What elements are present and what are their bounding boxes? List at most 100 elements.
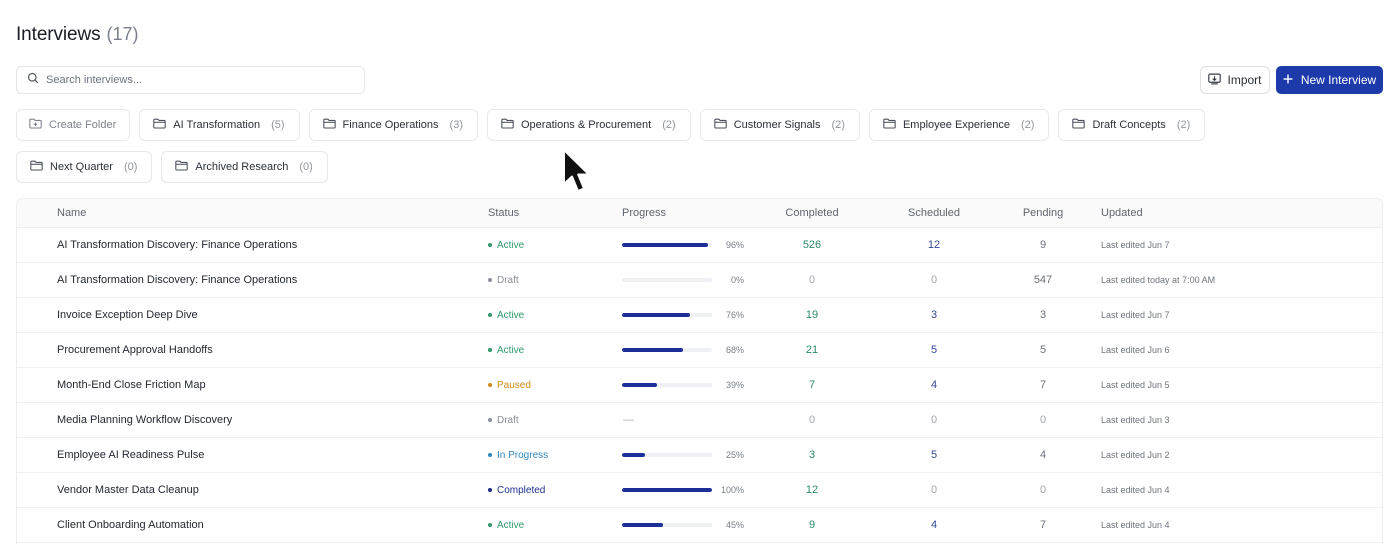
table-row[interactable]: Invoice Exception Deep Dive Active 76% 19 3 3…: [17, 298, 1382, 333]
header-pending[interactable]: Pending: [1018, 199, 1068, 227]
progress-bar: [622, 488, 712, 492]
folder-icon: [322, 118, 336, 132]
status-badge: Paused: [488, 380, 531, 391]
table-row[interactable]: Month-End Close Friction Map Paused 39% 7 4 7…: [17, 368, 1382, 403]
status-label: Active: [497, 344, 525, 356]
import-button[interactable]: Import: [1200, 66, 1270, 94]
folder-icon: [501, 118, 514, 132]
header-completed[interactable]: Completed: [785, 199, 838, 227]
status-dot-icon: [488, 523, 492, 527]
table-row[interactable]: Client Onboarding Automation Active 45% 9 4 7…: [17, 508, 1382, 543]
table-row[interactable]: Media Planning Workflow Discovery Draft — 0…: [17, 403, 1382, 438]
folder-chip[interactable]: AI Transformation (5): [139, 109, 300, 141]
status-badge: Active: [488, 240, 524, 251]
completed-count: 21: [805, 344, 819, 356]
status-badge: In Progress: [488, 450, 548, 461]
status-dot-icon: [488, 348, 492, 352]
completed-count: 0: [808, 274, 816, 286]
table-header: Name Status Progress Completed Scheduled…: [17, 199, 1382, 228]
pending-count: 0: [1039, 484, 1047, 496]
folder-chip[interactable]: Employee Experience (2): [868, 109, 1050, 141]
header-progress[interactable]: Progress: [622, 199, 666, 227]
header-updated[interactable]: Updated: [1101, 199, 1143, 227]
interview-name[interactable]: Month-End Close Friction Map: [57, 379, 206, 391]
progress-bar-fill: [622, 523, 663, 527]
interview-name[interactable]: Procurement Approval Handoffs: [57, 344, 213, 356]
completed-count: 0: [808, 414, 816, 426]
progress-cell: 100%: [622, 473, 744, 507]
progress-percent: 25%: [725, 450, 744, 460]
search-input[interactable]: [46, 74, 346, 86]
folder-chip[interactable]: Draft Concepts (2): [1058, 109, 1206, 141]
progress-bar-fill: [622, 488, 712, 492]
updated-timestamp: Last edited Jun 3: [1101, 415, 1170, 425]
scheduled-count: 12: [927, 239, 941, 251]
table-row[interactable]: Employee AI Readiness Pulse In Progress 25…: [17, 438, 1382, 473]
table-row[interactable]: AI Transformation Discovery: Finance Ope…: [17, 228, 1382, 263]
interview-name[interactable]: Media Planning Workflow Discovery: [57, 414, 232, 426]
status-label: Paused: [497, 379, 531, 391]
pending-count: 4: [1039, 449, 1047, 461]
completed-count: 526: [802, 239, 822, 251]
folder-label: Operations & Procurement: [521, 119, 652, 131]
status-dot-icon: [488, 383, 492, 387]
status-label: Completed: [497, 484, 546, 496]
interview-name[interactable]: Vendor Master Data Cleanup: [57, 484, 199, 496]
table-row[interactable]: Procurement Approval Handoffs Active 68% 21…: [17, 333, 1382, 368]
completed-count: 9: [808, 519, 816, 531]
progress-bar-fill: [622, 383, 657, 387]
progress-cell: 25%: [622, 438, 744, 472]
folder-count: (2): [1176, 119, 1191, 131]
scheduled-count: 5: [930, 449, 938, 461]
status-dot-icon: [488, 453, 492, 457]
status-badge: Active: [488, 345, 524, 356]
status-label: In Progress: [497, 449, 549, 461]
folder-plus-icon: [29, 118, 42, 132]
create-folder-button[interactable]: Create Folder: [16, 109, 131, 141]
folder-chip[interactable]: Next Quarter (0): [16, 151, 153, 183]
header-status[interactable]: Status: [488, 199, 519, 227]
status-label: Draft: [497, 414, 519, 426]
plus-icon: [1283, 73, 1293, 87]
folder-chip[interactable]: Operations & Procurement (2): [487, 109, 691, 141]
folder-count: (2): [1020, 119, 1035, 131]
status-dot-icon: [488, 243, 492, 247]
table-row[interactable]: Vendor Master Data Cleanup Completed 100% 1…: [17, 473, 1382, 508]
table-body: AI Transformation Discovery: Finance Ope…: [17, 228, 1382, 543]
status-label: Draft: [497, 274, 519, 286]
progress-bar-fill: [622, 453, 645, 457]
progress-bar: [622, 453, 712, 457]
updated-timestamp: Last edited Jun 6: [1101, 345, 1170, 355]
pending-count: 9: [1039, 239, 1047, 251]
interview-name[interactable]: AI Transformation Discovery: Finance Ope…: [57, 274, 297, 286]
interview-name[interactable]: Invoice Exception Deep Dive: [57, 309, 198, 321]
folder-count: (5): [271, 119, 285, 131]
interview-name[interactable]: Employee AI Readiness Pulse: [57, 449, 204, 461]
progress-bar: [622, 383, 712, 387]
status-dot-icon: [488, 488, 492, 492]
folder-count: (0): [123, 161, 138, 173]
interview-name[interactable]: AI Transformation Discovery: Finance Ope…: [57, 239, 297, 251]
pending-count: 0: [1039, 414, 1047, 426]
folder-chip[interactable]: Customer Signals (2): [699, 109, 860, 141]
progress-percent: 45%: [725, 520, 744, 530]
interview-name[interactable]: Client Onboarding Automation: [57, 519, 204, 531]
progress-percent: 68%: [725, 345, 744, 355]
folder-bar: Create Folder AI Transformation (5) Financ…: [16, 109, 1306, 183]
status-dot-icon: [488, 418, 492, 422]
status-badge: Active: [488, 310, 524, 321]
header-scheduled[interactable]: Scheduled: [904, 199, 964, 227]
header-name[interactable]: Name: [57, 199, 86, 227]
folder-label: Finance Operations: [342, 119, 439, 131]
folder-chip[interactable]: Archived Research (0): [161, 151, 328, 183]
folder-chip[interactable]: Finance Operations (3): [308, 109, 478, 141]
progress-bar-fill: [622, 243, 708, 247]
progress-bar-fill: [622, 313, 690, 317]
new-interview-button[interactable]: New Interview: [1276, 66, 1383, 94]
folder-icon: [1072, 118, 1086, 132]
folder-label: Next Quarter: [50, 161, 113, 173]
search-box[interactable]: [16, 66, 365, 94]
page-title: Interviews: [16, 24, 101, 45]
progress-cell: —: [622, 403, 634, 437]
table-row[interactable]: AI Transformation Discovery: Finance Ope…: [17, 263, 1382, 298]
